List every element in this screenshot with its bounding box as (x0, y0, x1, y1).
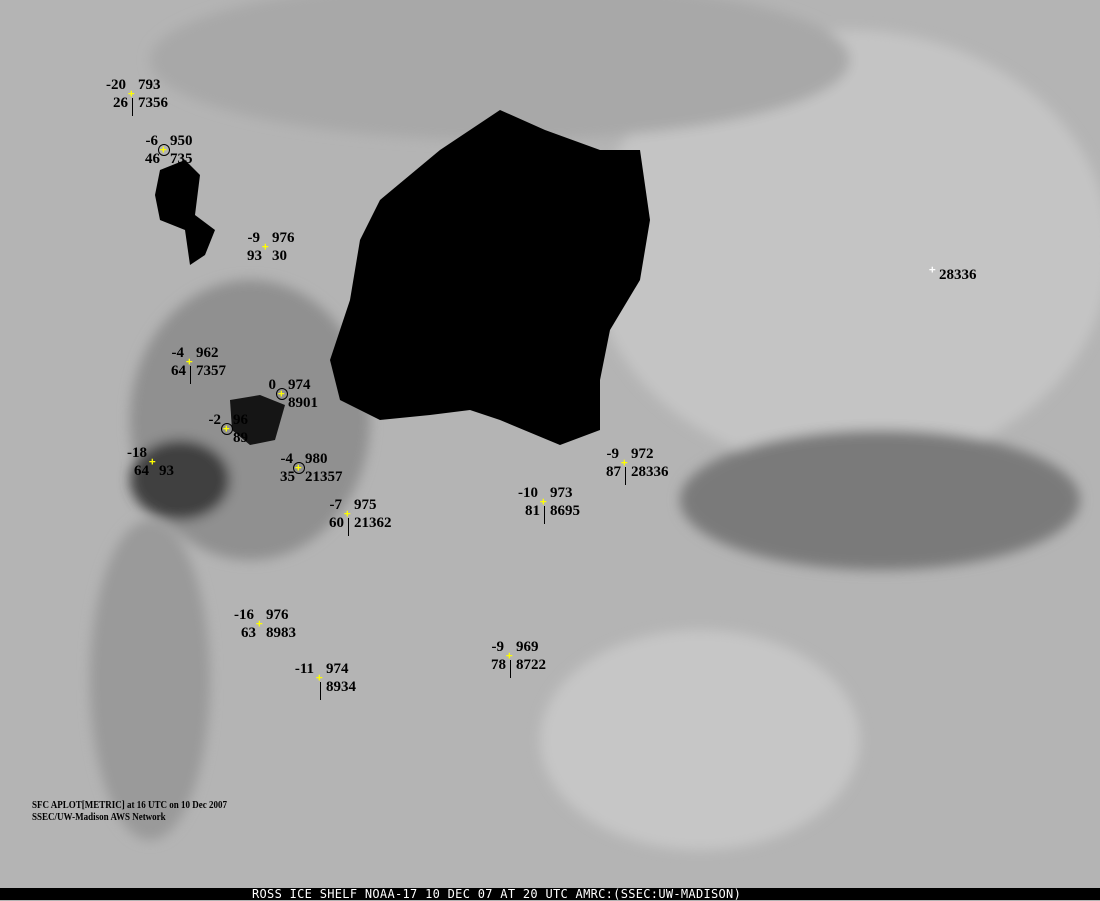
station-marker-icon: + (506, 649, 513, 662)
station-id: 735 (170, 151, 193, 167)
station-id: 93 (159, 463, 174, 479)
station-temperature: -10 (518, 485, 538, 501)
station-pressure: 962 (196, 345, 219, 361)
station-temperature: -9 (606, 446, 620, 462)
station-temperature: -4 (171, 345, 185, 361)
station-humidity: 63 (241, 625, 256, 641)
station-marker-icon: + (278, 387, 285, 400)
station-id: 7357 (196, 363, 226, 379)
station-marker-icon: + (295, 461, 302, 474)
station-id: 8934 (326, 679, 356, 695)
image-caption: ROSS ICE SHELF NOAA-17 10 DEC 07 AT 20 U… (252, 887, 742, 901)
station-temperature: -7 (329, 497, 343, 513)
station-temperature: -20 (106, 77, 126, 93)
wind-barb-icon (320, 682, 321, 700)
wind-barb-icon (132, 98, 133, 116)
station-humidity: 81 (525, 503, 540, 519)
station-id: 8901 (288, 395, 318, 411)
wind-barb-icon (510, 660, 511, 678)
station-temperature: 0 (268, 377, 277, 393)
station-temperature: -2 (208, 412, 222, 428)
station-id: 7356 (138, 95, 168, 111)
station-marker-icon: + (128, 87, 135, 100)
station-id: 28336 (631, 464, 669, 480)
station-marker-icon: + (621, 456, 628, 469)
station-pressure: 793 (138, 77, 161, 93)
wind-barb-icon (348, 518, 349, 536)
station-marker-icon: + (540, 495, 547, 508)
station-pressure: 969 (516, 639, 539, 655)
station-marker-icon: + (344, 507, 351, 520)
station-id: 8983 (266, 625, 296, 641)
station-marker-icon: + (149, 455, 156, 468)
station-id: 21357 (305, 469, 343, 485)
legend-network: SSEC/UW-Madison AWS Network (32, 812, 166, 823)
station-humidity: 64 (134, 463, 149, 479)
station-humidity: 87 (606, 464, 621, 480)
station-id: 8695 (550, 503, 580, 519)
station-marker-icon: + (316, 671, 323, 684)
station-pressure: 980 (305, 451, 328, 467)
station-pressure: 96 (233, 412, 248, 428)
station-humidity: 64 (171, 363, 186, 379)
station-pressure: 976 (272, 230, 295, 246)
station-humidity: 78 (491, 657, 506, 673)
plot-legend: SFC APLOT[METRIC] at 16 UTC on 10 Dec 20… (32, 800, 227, 824)
station-marker-icon: + (262, 240, 269, 253)
wind-barb-icon (544, 506, 545, 524)
station-humidity: 26 (113, 95, 128, 111)
station-temperature: -6 (145, 133, 159, 149)
station-temperature: -4 (280, 451, 294, 467)
station-pressure: 973 (550, 485, 573, 501)
wind-barb-icon (625, 467, 626, 485)
station-marker-icon: + (256, 617, 263, 630)
station-marker-icon: + (223, 422, 230, 435)
station-marker-icon: + (160, 143, 167, 156)
station-id: 30 (272, 248, 287, 264)
station-marker-icon: + (929, 263, 936, 276)
station-temperature: -16 (234, 607, 254, 623)
station-temperature: -11 (294, 661, 314, 677)
station-id: 8722 (516, 657, 546, 673)
station-temperature: -9 (491, 639, 505, 655)
image-caption-bar: ROSS ICE SHELF NOAA-17 10 DEC 07 AT 20 U… (0, 887, 1100, 901)
station-pressure: 950 (170, 133, 193, 149)
wind-barb-icon (190, 366, 191, 384)
station-id: 28336 (939, 267, 977, 283)
station-pressure: 976 (266, 607, 289, 623)
satellite-image (0, 0, 1100, 888)
station-temperature: -18 (127, 445, 147, 461)
station-humidity: 60 (329, 515, 344, 531)
station-marker-icon: + (186, 355, 193, 368)
station-pressure: 974 (326, 661, 349, 677)
station-temperature: -9 (247, 230, 261, 246)
station-pressure: 974 (288, 377, 311, 393)
station-humidity: 93 (247, 248, 262, 264)
legend-title: SFC APLOT[METRIC] at 16 UTC on 10 Dec 20… (32, 800, 228, 811)
station-humidity: 35 (280, 469, 295, 485)
station-pressure: 972 (631, 446, 654, 462)
station-id: 21362 (354, 515, 392, 531)
station-pressure: 975 (354, 497, 377, 513)
station-humidity: 46 (145, 151, 160, 167)
station-id: 89 (233, 430, 248, 446)
